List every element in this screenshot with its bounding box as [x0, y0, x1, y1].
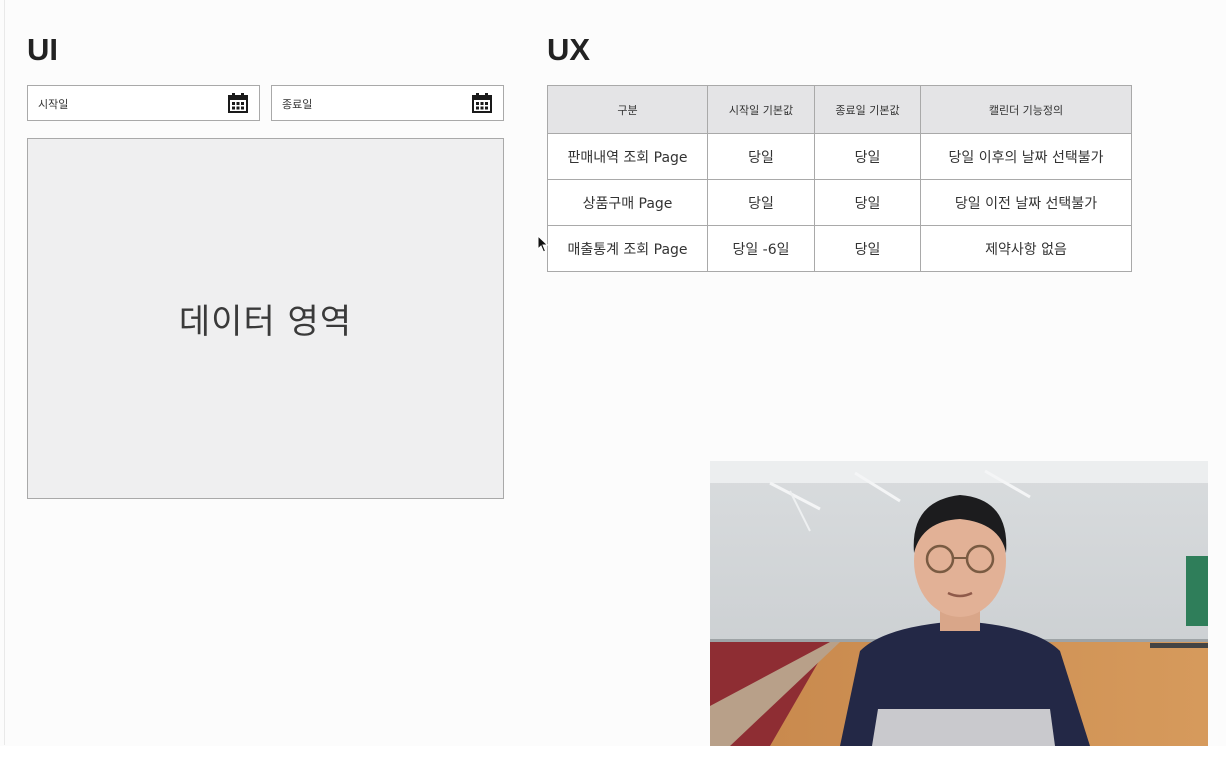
start-date-label: 시작일: [38, 98, 69, 111]
table-cell: 당일: [814, 179, 921, 226]
table-cell: 상품구매 Page: [547, 179, 708, 226]
left-edge-divider: [4, 0, 5, 745]
webcam-video: [710, 461, 1208, 746]
column-header: 종료일 기본값: [814, 85, 921, 134]
ui-section-title: UI: [27, 32, 58, 67]
ux-spec-table: 구분 시작일 기본값 종료일 기본값 캘린더 기능정의 판매내역 조회 Page…: [547, 85, 1132, 272]
table-cell: 당일 이후의 날짜 선택불가: [920, 133, 1132, 180]
ux-section-title: UX: [547, 32, 591, 67]
table-header-row: 구분 시작일 기본값 종료일 기본값 캘린더 기능정의: [547, 85, 1132, 134]
table-row: 판매내역 조회 Page 당일 당일 당일 이후의 날짜 선택불가: [547, 133, 1132, 180]
table-cell: 당일: [707, 133, 815, 180]
table-cell: 당일: [814, 133, 921, 180]
column-header: 구분: [547, 85, 708, 134]
table-cell: 매출통계 조회 Page: [547, 225, 708, 272]
presenter-video-frame: [710, 461, 1208, 746]
mouse-cursor-icon: [537, 235, 549, 253]
table-row: 상품구매 Page 당일 당일 당일 이전 날짜 선택불가: [547, 179, 1132, 226]
start-date-field[interactable]: 시작일: [27, 85, 260, 121]
bottom-strip: [0, 746, 1226, 760]
table-cell: 당일: [707, 179, 815, 226]
end-date-label: 종료일: [282, 98, 313, 111]
table-cell: 제약사항 없음: [920, 225, 1132, 272]
table-cell: 당일: [814, 225, 921, 272]
table-row: 매출통계 조회 Page 당일 -6일 당일 제약사항 없음: [547, 225, 1132, 272]
table-cell: 당일 이전 날짜 선택불가: [920, 179, 1132, 226]
table-cell: 당일 -6일: [707, 225, 815, 272]
column-header: 시작일 기본값: [707, 85, 815, 134]
data-area: 데이터 영역: [27, 138, 504, 499]
calendar-icon[interactable]: [227, 92, 249, 114]
column-header: 캘린더 기능정의: [920, 85, 1132, 134]
data-area-label: 데이터 영역: [178, 302, 353, 342]
table-cell: 판매내역 조회 Page: [547, 133, 708, 180]
end-date-field[interactable]: 종료일: [271, 85, 504, 121]
slide-page: UI UX 시작일 종료일 데이터 영역 구분 시작일 기본값 종료일 기본값 …: [0, 0, 1226, 760]
calendar-icon[interactable]: [471, 92, 493, 114]
